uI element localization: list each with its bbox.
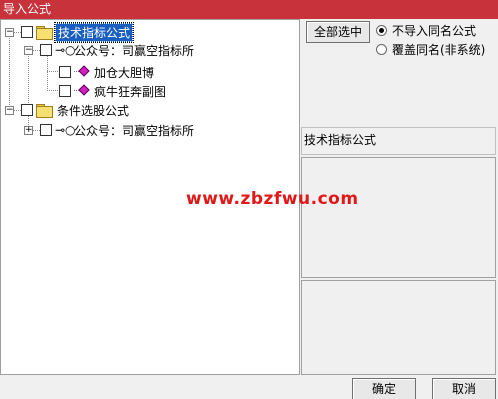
radio-overwrite[interactable]: 覆盖同名(非系统) [376, 41, 485, 57]
tree-node-account[interactable]: ⊸○ 公众号：司赢空指标所 [40, 41, 196, 59]
tree-node-label: 公众号：司赢空指标所 [74, 43, 195, 58]
key-icon: ⊸○ [55, 43, 76, 57]
tree-connector [14, 32, 21, 33]
tree-connector [14, 110, 21, 111]
tree-node-formula[interactable]: 加仓大胆博 [59, 63, 156, 81]
tree-connector [33, 50, 40, 51]
notes-box [301, 280, 496, 375]
tree-node-label: 公众号：司赢空指标所 [74, 123, 195, 138]
tree-node-label: 条件选股公式 [57, 103, 130, 118]
collapse-toggle[interactable]: − [5, 28, 14, 37]
ok-button[interactable]: 确定 [352, 378, 416, 399]
radio-button[interactable] [376, 24, 387, 36]
tree-node-stock-screen[interactable]: 条件选股公式 [21, 101, 131, 119]
tree-node-tech-indicators[interactable]: 技术指标公式 [21, 21, 135, 43]
tree-checkbox[interactable] [40, 44, 52, 56]
tree-checkbox[interactable] [59, 66, 71, 78]
window-title: 导入公式 [0, 0, 498, 19]
radio-button[interactable] [376, 43, 387, 55]
tree-node-label: 加仓大胆博 [94, 65, 155, 80]
expand-toggle[interactable]: + [24, 126, 33, 135]
tree-checkbox[interactable] [21, 26, 33, 38]
tree-connector [9, 35, 10, 111]
select-all-button[interactable]: 全部选中 [306, 21, 370, 43]
tree-connector [33, 130, 40, 131]
description-title: 技术指标公式 [301, 127, 496, 155]
radio-no-import[interactable]: 不导入同名公式 [376, 22, 476, 38]
description-box [301, 157, 496, 278]
tree-node-label: 疯牛狂奔副图 [94, 84, 167, 99]
tree-connector [28, 53, 29, 133]
watermark: www.zbzfwu.com [186, 189, 359, 209]
collapse-toggle[interactable]: − [5, 106, 14, 115]
radio-label: 不导入同名公式 [392, 23, 477, 38]
tree-checkbox[interactable] [40, 124, 52, 136]
key-icon: ⊸○ [55, 123, 76, 137]
folder-icon [36, 26, 53, 40]
radio-label: 覆盖同名(非系统) [392, 42, 486, 57]
tree-node-account[interactable]: ⊸○ 公众号：司赢空指标所 [40, 121, 196, 139]
formula-icon [74, 65, 90, 78]
tree-node-formula[interactable]: 疯牛狂奔副图 [59, 82, 168, 100]
tree-node-label: 技术指标公式 [53, 21, 135, 43]
collapse-toggle[interactable]: − [24, 46, 33, 55]
cancel-button[interactable]: 取消 [432, 378, 496, 399]
tree-checkbox[interactable] [59, 85, 71, 97]
tree-checkbox[interactable] [21, 104, 33, 116]
formula-icon [74, 84, 90, 97]
folder-icon [36, 104, 53, 118]
